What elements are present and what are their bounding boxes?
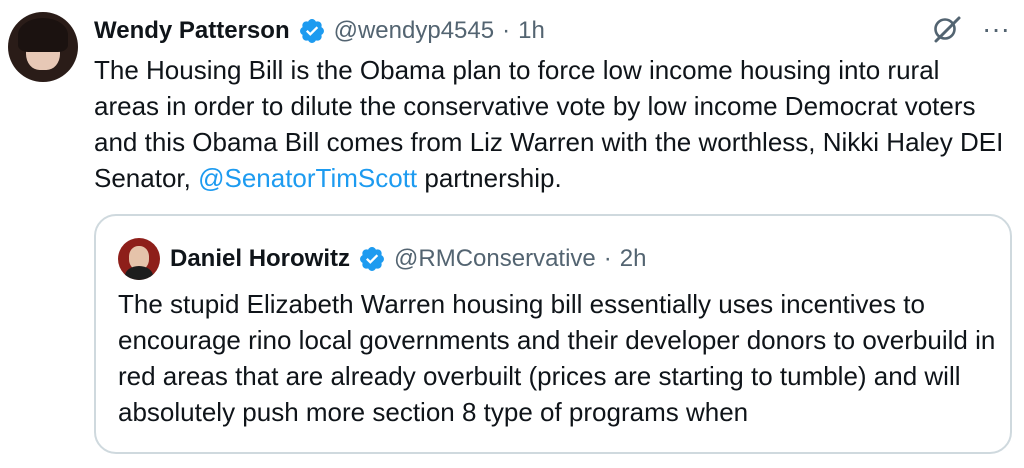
- separator-dot: ·: [603, 245, 612, 272]
- verified-badge-icon[interactable]: [358, 245, 386, 273]
- tweet-header: Wendy Patterson @wendyp4545 · 1h: [94, 14, 545, 48]
- avatar[interactable]: [8, 12, 78, 82]
- quoted-tweet-time[interactable]: 2h: [620, 245, 647, 273]
- author-handle[interactable]: @wendyp4545: [334, 17, 494, 45]
- quoted-tweet-header: Daniel Horowitz @RMConservative · 2h: [170, 238, 646, 280]
- tweet-time[interactable]: 1h: [518, 17, 545, 45]
- separator-dot: ·: [502, 17, 511, 44]
- tweet-actions: ···: [932, 14, 1010, 44]
- quoted-tweet-card[interactable]: Daniel Horowitz @RMConservative · 2h The…: [94, 214, 1012, 454]
- more-options-icon[interactable]: ···: [982, 15, 1010, 43]
- tweet-text-part: partnership.: [417, 163, 562, 193]
- grok-icon[interactable]: [932, 14, 962, 44]
- quoted-author-display-name[interactable]: Daniel Horowitz: [170, 245, 350, 273]
- quoted-tweet-text: The stupid Elizabeth Warren housing bill…: [118, 289, 996, 427]
- quoted-author-handle[interactable]: @RMConservative: [394, 245, 596, 273]
- mention-link[interactable]: @SenatorTimScott: [198, 163, 417, 193]
- quoted-author-avatar[interactable]: [118, 238, 160, 280]
- author-display-name[interactable]: Wendy Patterson: [94, 17, 290, 45]
- verified-badge-icon[interactable]: [298, 17, 326, 45]
- tweet-text: The Housing Bill is the Obama plan to fo…: [94, 52, 1009, 196]
